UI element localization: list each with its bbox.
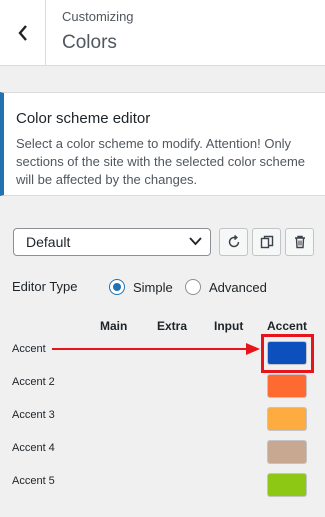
annotation-arrow-icon [52,343,260,355]
reset-scheme-button[interactable] [219,228,248,256]
accent-5-color-swatch[interactable] [267,473,307,497]
delete-scheme-button[interactable] [285,228,314,256]
accent-3-color-swatch[interactable] [267,407,307,431]
reset-icon [228,235,239,248]
color-scheme-select[interactable]: Default [13,228,211,256]
page-title: Colors [62,32,117,53]
chevron-left-icon [17,25,27,41]
copy-icon [260,235,273,249]
radio-advanced-label: Advanced [209,279,267,295]
row-label-accent-2: Accent 2 [12,376,55,388]
row-label-accent-3: Accent 3 [12,409,55,421]
radio-advanced[interactable] [185,279,201,295]
column-header-input: Input [214,319,244,333]
section-title: Color scheme editor [16,110,151,127]
accent-2-color-swatch[interactable] [267,374,307,398]
chevron-down-icon [189,237,202,246]
column-header-extra: Extra [157,319,188,333]
column-header-main: Main [100,319,128,333]
delete-icon [294,235,305,249]
editor-type-advanced-option[interactable]: Advanced [185,279,267,295]
row-label-accent-5: Accent 5 [12,475,55,487]
radio-simple[interactable] [109,279,125,295]
customizer-header: Customizing Colors [0,0,325,66]
breadcrumb: Customizing [62,9,134,24]
row-label-accent-4: Accent 4 [12,442,55,454]
section-description: Select a color scheme to modify. Attenti… [16,136,306,187]
highlight-box [261,334,314,373]
editor-type-label: Editor Type [12,279,78,294]
section-description-panel: Color scheme editor Select a color schem… [0,92,325,196]
radio-simple-label: Simple [133,279,173,295]
column-header-accent: Accent [267,319,308,333]
editor-type-simple-option[interactable]: Simple [109,279,173,295]
copy-scheme-button[interactable] [252,228,281,256]
back-button[interactable] [0,0,46,66]
row-label-accent: Accent [12,343,46,355]
accent-4-color-swatch[interactable] [267,440,307,464]
color-scheme-selected: Default [26,234,71,250]
